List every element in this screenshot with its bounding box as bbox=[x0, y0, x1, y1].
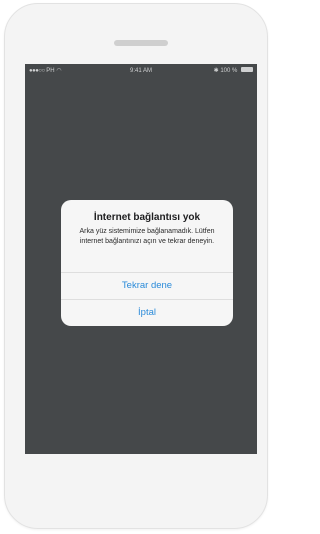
alert-title: İnternet bağlantısı yok bbox=[93, 212, 201, 223]
battery-icon bbox=[241, 67, 253, 73]
retry-button[interactable]: Tekrar dene bbox=[61, 272, 233, 299]
phone-frame: ●●●○○ PH ◠ 9:41 AM ✱ 100 % İnternet bağl… bbox=[4, 3, 268, 529]
battery-status: ✱ 100 % bbox=[214, 64, 253, 78]
alert-message: Arka yüz sistemimize bağlanamadık. Lütfe… bbox=[79, 228, 215, 245]
cancel-button[interactable]: İptal bbox=[61, 299, 233, 326]
battery-percent: 100 % bbox=[220, 68, 238, 74]
speaker-grille bbox=[114, 40, 168, 46]
no-internet-alert: İnternet bağlantısı yok Arka yüz sistemi… bbox=[61, 200, 233, 326]
bluetooth-icon: ✱ bbox=[213, 68, 219, 74]
status-bar: ●●●○○ PH ◠ 9:41 AM ✱ 100 % bbox=[25, 64, 257, 78]
